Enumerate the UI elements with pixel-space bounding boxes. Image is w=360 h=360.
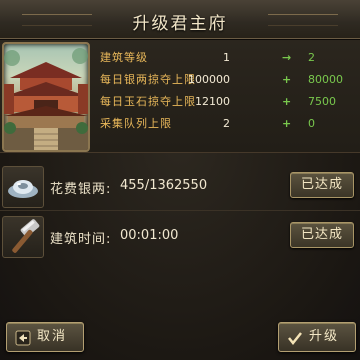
stat-current-value: 100000 [188,73,230,86]
stat-next-value: 0 [308,117,315,130]
stat-label: 每日银两掠夺上限 [100,73,196,86]
plus-icon: + [282,73,292,86]
plus-icon: + [282,95,292,108]
arrow-right-icon: → [282,51,292,64]
silver-ingot-icon [2,166,44,208]
title-ornament-right [268,14,338,26]
stat-current-value: 1 [223,51,230,64]
upgrade-label: 升级 [309,329,340,344]
stat-row-silver-limit: 每日银两掠夺上限 100000 + 80000 [100,70,350,90]
stat-current-value: 2 [223,117,230,130]
build-time-value: 00:01:00 [120,228,179,243]
time-requirement-met-button[interactable]: 已达成 [290,222,354,248]
cost-row-silver: 花费银两: 455/1362550 已达成 [0,166,360,210]
back-arrow-icon [15,329,31,346]
palace-image [2,42,90,152]
silver-requirement-met-button[interactable]: 已达成 [290,172,354,198]
cancel-label: 取消 [37,329,68,344]
cancel-button[interactable]: 取消 [6,322,84,352]
stat-row-building-level: 建筑等级 1 → 2 [100,48,350,68]
stat-current-value: 12100 [195,95,230,108]
stat-row-jade-limit: 每日玉石掠夺上限 12100 + 7500 [100,92,350,112]
divider [0,210,360,211]
cost-row-build-time: 建筑时间: 00:01:00 已达成 [0,216,360,260]
cost-label: 建筑时间: [50,232,112,247]
silver-cost-value: 455/1362550 [120,178,208,193]
checkmark-icon [287,329,303,346]
dialog-header: 升级君主府 [0,0,360,39]
stat-label: 建筑等级 [100,51,148,64]
stat-label: 采集队列上限 [100,117,172,130]
plus-icon: + [282,117,292,130]
cost-label: 花费银两: [50,182,112,197]
stat-label: 每日玉石掠夺上限 [100,95,196,108]
hammer-icon [2,216,44,258]
stat-next-value: 2 [308,51,315,64]
building-panel: 建筑等级 1 → 2 每日银两掠夺上限 100000 + 80000 每日玉石掠… [0,40,360,153]
upgrade-button[interactable]: 升级 [278,322,356,352]
stat-row-gather-queue: 采集队列上限 2 + 0 [100,114,350,134]
stat-next-value: 80000 [308,73,343,86]
stat-next-value: 7500 [308,95,336,108]
